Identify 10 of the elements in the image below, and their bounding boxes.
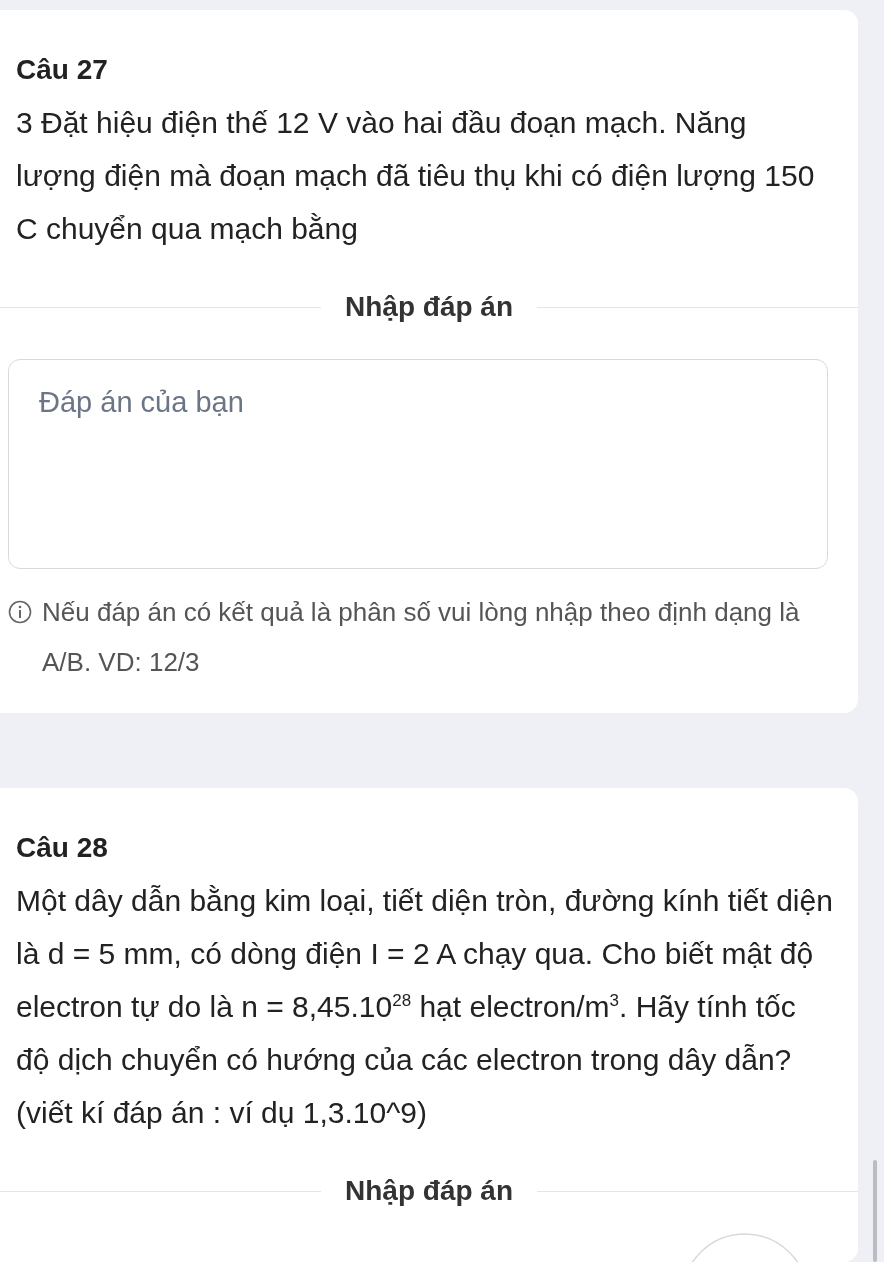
hint-text: Nếu đáp án có kết quả là phân số vui lòng nhập theo định dạng là A/B. VD: 12/3: [42, 596, 801, 679]
answer-field[interactable]: Đáp án của bạn: [8, 359, 828, 569]
section-heading: Nhập đáp án: [345, 1175, 513, 1207]
question-title: Câu 27: [16, 54, 108, 86]
question-text: Một dây dẫn bằng kim loại, tiết diện tròn, đường kính tiết diện là d = 5 mm, có dòng điện I = 2 A chạy qua. Cho biết mật độ electron tự do là n = 8,45.10$^{28}$ hạt electron/m$^{3}$. Hãy tính tốc độ dịch chuyển có hướng của các electron trong dây dẫn? (viết kí đáp án : ví dụ 1,3.10^9): [16, 883, 834, 1131]
info-icon: [8, 600, 32, 624]
section-heading: Nhập đáp án: [345, 291, 513, 323]
scrollbar[interactable]: [873, 1160, 877, 1262]
question-title: Câu 28: [16, 832, 108, 864]
question-text: 3 Đặt hiệu điện thế 12 V vào hai đầu đoạn mạch. Năng lượng điện mà đoạn mạch đã tiêu thụ khi có điện lượng 150 C chuyển qua mạch bằng: [16, 105, 816, 247]
